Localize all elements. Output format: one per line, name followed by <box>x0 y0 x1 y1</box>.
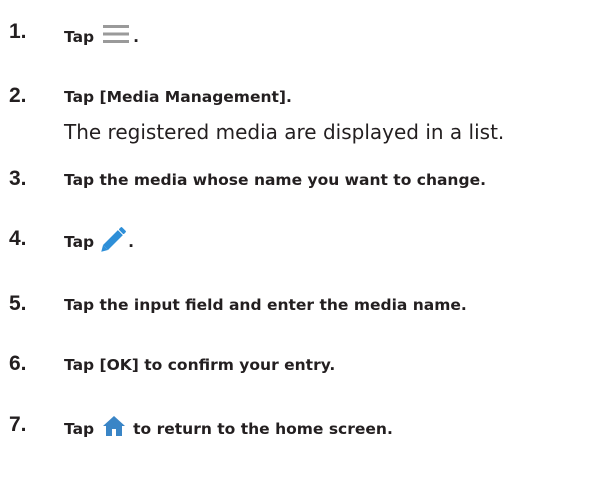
step-instruction: Tap the input field and enter the media … <box>64 294 467 316</box>
step-number: 1. <box>9 20 27 43</box>
step-number: 2. <box>9 84 27 107</box>
step-text-end: . <box>128 233 135 251</box>
step-text-end: . <box>133 28 140 46</box>
step-text: Tap [OK] to confirm your entry. <box>64 356 336 374</box>
step-note: The registered media are displayed in a … <box>64 120 505 144</box>
step-instruction: Tap the media whose name you want to cha… <box>64 169 486 191</box>
step-text: Tap [Media Management]. <box>64 88 292 106</box>
menu-icon <box>101 22 131 52</box>
step-instruction: Tap [Media Management]. <box>64 86 292 108</box>
step-text-end: to return to the home screen. <box>133 420 393 438</box>
step-text: Tap the input field and enter the media … <box>64 296 467 314</box>
step-number: 3. <box>9 167 27 190</box>
step-instruction: Tap to return to the home screen. <box>64 415 393 443</box>
pencil-icon <box>100 225 128 259</box>
step-text: Tap <box>64 420 95 438</box>
step-text: Tap <box>64 233 95 251</box>
step-number: 4. <box>9 227 27 250</box>
step-number: 7. <box>9 413 27 436</box>
step-number: 6. <box>9 352 27 375</box>
step-text: Tap <box>64 28 95 46</box>
step-number: 5. <box>9 292 27 315</box>
home-icon <box>102 415 126 443</box>
step-instruction: Tap [OK] to confirm your entry. <box>64 354 335 376</box>
step-instruction: Tap . <box>64 225 134 259</box>
step-text: Tap the media whose name you want to cha… <box>64 171 486 189</box>
step-instruction: Tap . <box>64 22 139 52</box>
